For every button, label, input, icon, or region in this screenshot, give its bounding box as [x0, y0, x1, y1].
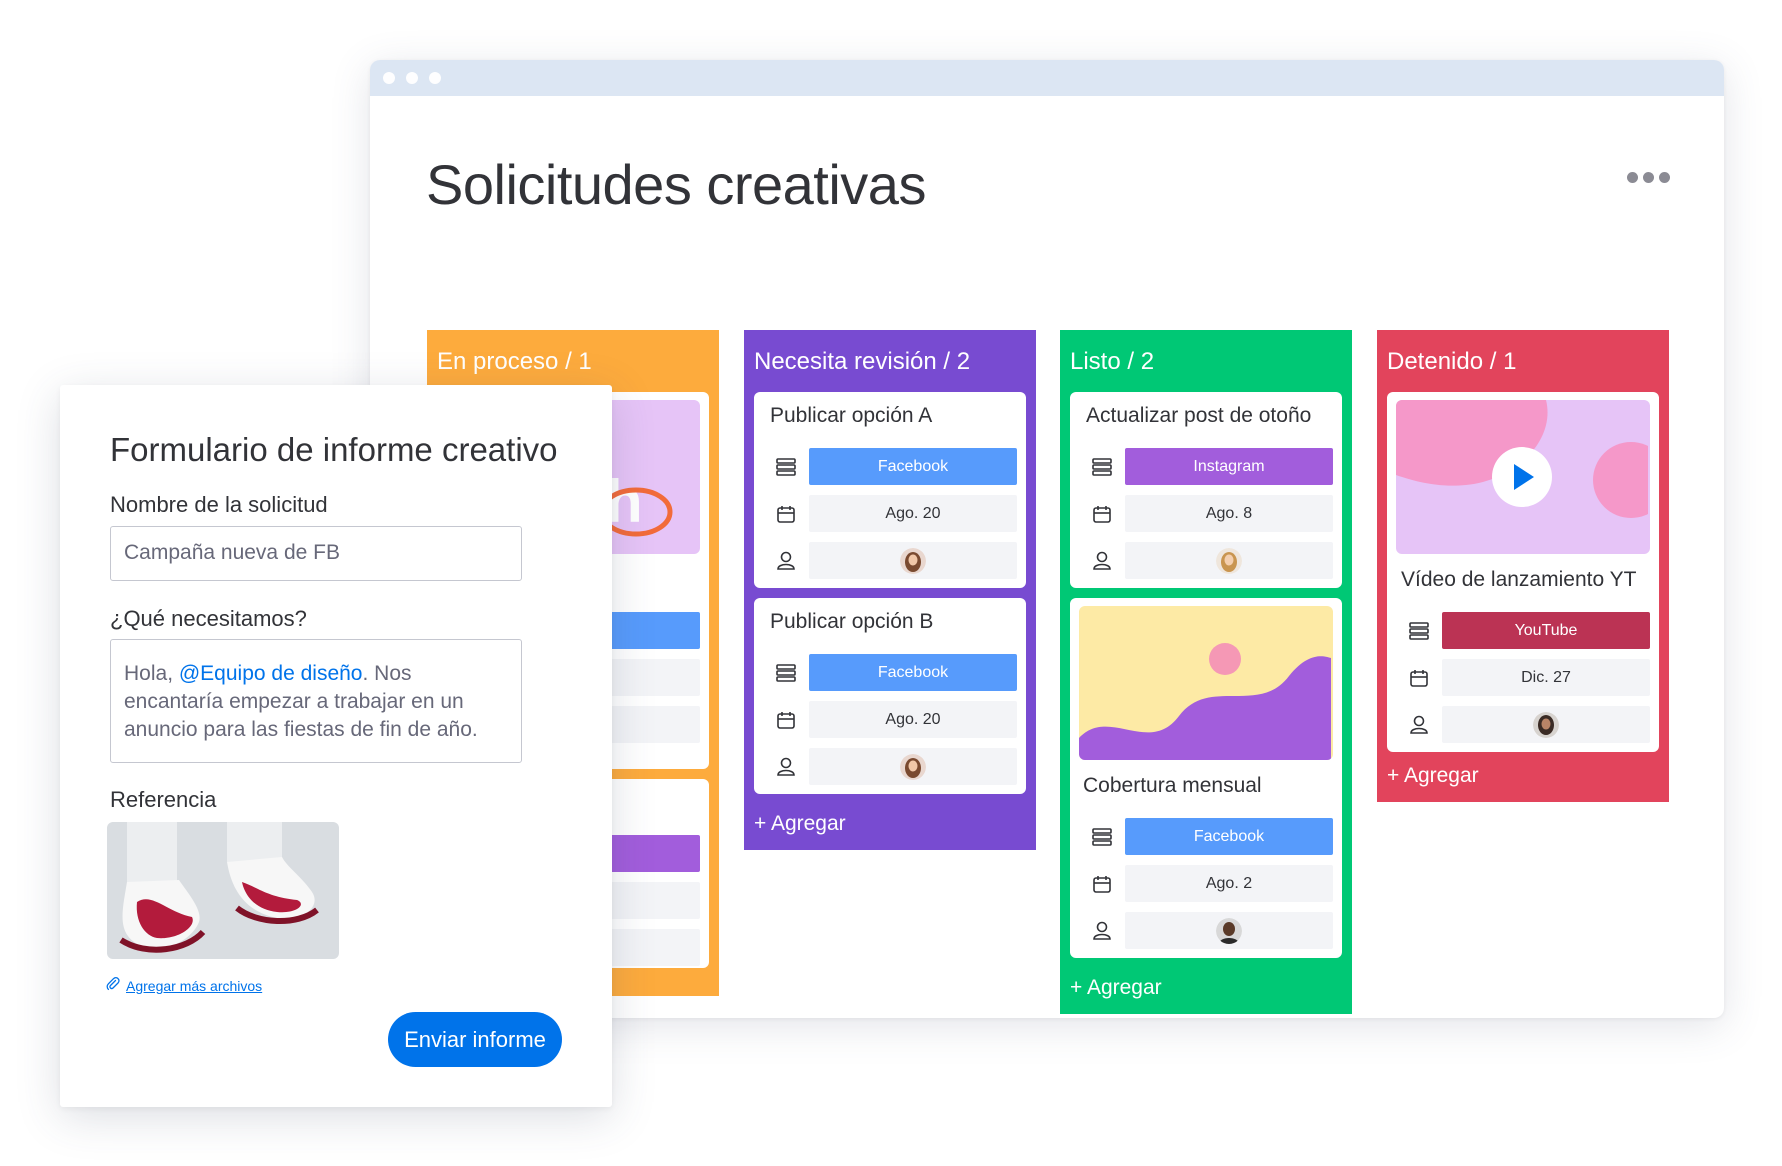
column-listo: Listo / 2 Actualizar post de otoño Insta…: [1060, 330, 1352, 1014]
column-title: Necesita revisión / 2: [754, 348, 971, 375]
add-item-button[interactable]: + Agregar: [744, 794, 1036, 850]
window-dot[interactable]: [429, 72, 441, 84]
date-field[interactable]: Ago. 2: [1125, 865, 1333, 902]
person-field[interactable]: [809, 748, 1017, 785]
avatar: [1216, 547, 1242, 574]
person-field[interactable]: [1125, 912, 1333, 949]
calendar-icon: [1396, 669, 1442, 687]
need-text-before: Hola,: [124, 662, 179, 685]
channel-tag[interactable]: Instagram: [1125, 448, 1333, 485]
task-card[interactable]: Cobertura mensual Facebook Ago. 2: [1070, 598, 1342, 958]
person-icon: [763, 551, 809, 570]
task-card[interactable]: Vídeo de lanzamiento YT YouTube Dic. 27: [1387, 392, 1659, 752]
window-dot[interactable]: [383, 72, 395, 84]
date-field[interactable]: Dic. 27: [1442, 659, 1650, 696]
board-title: Solicitudes creativas: [426, 153, 926, 216]
column-title: Listo / 2: [1070, 348, 1155, 375]
task-card[interactable]: Publicar opción A Facebook Ago. 20: [754, 392, 1026, 588]
submit-button[interactable]: Enviar informe: [388, 1012, 562, 1067]
channel-tag[interactable]: Facebook: [809, 654, 1017, 691]
column-title: Detenido / 1: [1387, 348, 1517, 375]
person-field[interactable]: [1125, 542, 1333, 579]
person-icon: [763, 757, 809, 776]
add-item-button[interactable]: + Agregar: [1060, 958, 1352, 1014]
need-textarea[interactable]: Hola, @Equipo de diseño. Nos encantaría …: [110, 639, 522, 763]
card-title: Vídeo de lanzamiento YT: [1401, 568, 1637, 591]
mention-link[interactable]: @Equipo de diseño: [179, 662, 363, 685]
request-name-input[interactable]: Campaña nueva de FB: [110, 526, 522, 581]
person-field[interactable]: [809, 542, 1017, 579]
card-title: Publicar opción B: [770, 610, 934, 633]
person-field[interactable]: [1442, 706, 1650, 743]
list-icon: [1079, 457, 1125, 476]
channel-tag[interactable]: Facebook: [809, 448, 1017, 485]
reference-label: Referencia: [110, 787, 217, 812]
column-necesita-revision: Necesita revisión / 2 Publicar opción A …: [744, 330, 1036, 850]
add-files-label[interactable]: Agregar más archivos: [126, 978, 262, 994]
task-card[interactable]: Publicar opción B Facebook Ago. 20: [754, 598, 1026, 794]
card-image: [1396, 400, 1650, 554]
date-field[interactable]: Ago. 8: [1125, 495, 1333, 532]
calendar-icon: [763, 505, 809, 523]
reference-image[interactable]: [107, 822, 339, 959]
card-title: Publicar opción A: [770, 404, 933, 427]
person-icon: [1396, 715, 1442, 734]
calendar-icon: [1079, 875, 1125, 893]
avatar: [900, 547, 926, 574]
list-icon: [1079, 827, 1125, 846]
channel-tag[interactable]: YouTube: [1442, 612, 1650, 649]
column-detenido: Detenido / 1 Vídeo de lanzamiento YT You…: [1377, 330, 1669, 802]
window-dot[interactable]: [406, 72, 418, 84]
channel-tag[interactable]: Facebook: [1125, 818, 1333, 855]
avatar: [1216, 917, 1242, 944]
person-icon: [1079, 921, 1125, 940]
need-label: ¿Qué necesitamos?: [110, 606, 307, 631]
task-card[interactable]: Actualizar post de otoño Instagram Ago. …: [1070, 392, 1342, 588]
list-icon: [763, 663, 809, 682]
list-icon: [763, 457, 809, 476]
creative-brief-form: Formulario de informe creativo Nombre de…: [60, 385, 612, 1107]
paperclip-icon: [106, 977, 120, 994]
more-dots-icon[interactable]: [1627, 172, 1670, 183]
card-image: [1079, 606, 1333, 760]
window-titlebar: [370, 60, 1724, 96]
card-title: Actualizar post de otoño: [1086, 404, 1312, 427]
form-title: Formulario de informe creativo: [110, 431, 558, 468]
avatar: [900, 753, 926, 780]
date-field[interactable]: Ago. 20: [809, 495, 1017, 532]
request-name-label: Nombre de la solicitud: [110, 492, 328, 517]
column-title: En proceso / 1: [437, 348, 592, 375]
add-files-link[interactable]: Agregar más archivos: [106, 977, 262, 994]
date-field[interactable]: Ago. 20: [809, 701, 1017, 738]
card-title: Cobertura mensual: [1083, 774, 1262, 797]
person-icon: [1079, 551, 1125, 570]
list-icon: [1396, 621, 1442, 640]
add-item-button[interactable]: + Agregar: [1377, 752, 1669, 802]
calendar-icon: [1079, 505, 1125, 523]
avatar: [1533, 711, 1559, 738]
calendar-icon: [763, 711, 809, 729]
